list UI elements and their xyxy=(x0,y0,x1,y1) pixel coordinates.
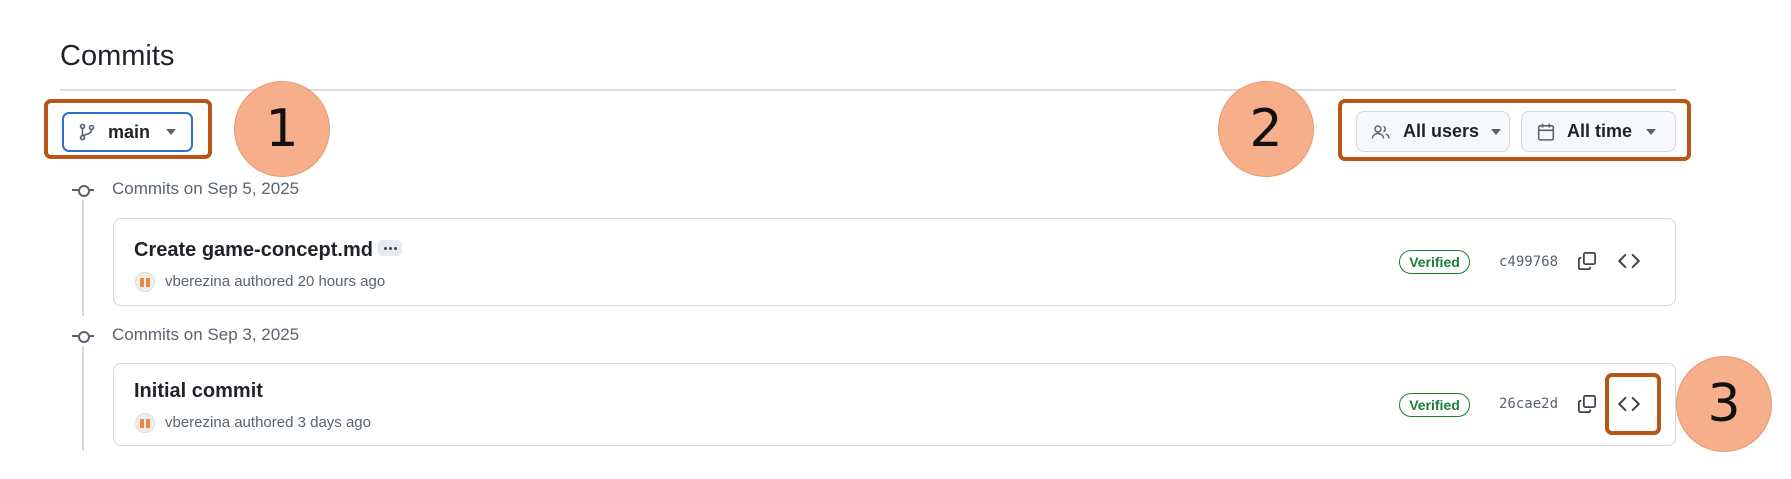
kebab-horizontal-icon[interactable] xyxy=(378,240,402,256)
timeline-line xyxy=(82,346,84,451)
commit-meta-text: authored 3 days ago xyxy=(234,414,371,431)
callout-3: 3 xyxy=(1676,356,1772,452)
commit-group-heading: Commits on Sep 5, 2025 xyxy=(112,179,300,198)
avatar[interactable] xyxy=(135,413,155,433)
commit-title-link[interactable]: Initial commit xyxy=(134,380,263,403)
highlight-box-1 xyxy=(44,99,212,159)
commit-meta-text: authored 20 hours ago xyxy=(234,273,386,290)
commit-title-link[interactable]: Create game-concept.md xyxy=(134,239,373,262)
commit-author-link[interactable]: vberezina xyxy=(165,273,230,290)
highlight-box-3 xyxy=(1605,373,1661,435)
verified-badge[interactable]: Verified xyxy=(1399,393,1470,417)
highlight-box-2 xyxy=(1338,99,1691,161)
copy-icon[interactable] xyxy=(1571,245,1603,277)
commit-row[interactable]: Create game-concept.md vberezina authore… xyxy=(113,218,1676,306)
commit-meta: vberezina authored 20 hours ago xyxy=(165,273,385,290)
commit-author-link[interactable]: vberezina xyxy=(165,414,230,431)
avatar[interactable] xyxy=(135,272,155,292)
page-title: Commits xyxy=(60,40,175,72)
callout-1: 1 xyxy=(234,81,330,177)
commit-group-heading: Commits on Sep 3, 2025 xyxy=(112,325,300,344)
commit-group-node-icon xyxy=(72,330,94,343)
commit-sha-link[interactable]: c499768 xyxy=(1499,254,1558,270)
commit-meta: vberezina authored 3 days ago xyxy=(165,414,371,431)
code-icon[interactable] xyxy=(1613,245,1645,277)
copy-icon[interactable] xyxy=(1571,388,1603,420)
verified-badge[interactable]: Verified xyxy=(1399,250,1470,274)
commit-sha-link[interactable]: 26cae2d xyxy=(1499,396,1558,412)
commit-row[interactable]: Initial commit vberezina authored 3 days… xyxy=(113,363,1676,446)
timeline-line xyxy=(82,200,84,316)
commit-group-node-icon xyxy=(72,184,94,197)
callout-2: 2 xyxy=(1218,81,1314,177)
